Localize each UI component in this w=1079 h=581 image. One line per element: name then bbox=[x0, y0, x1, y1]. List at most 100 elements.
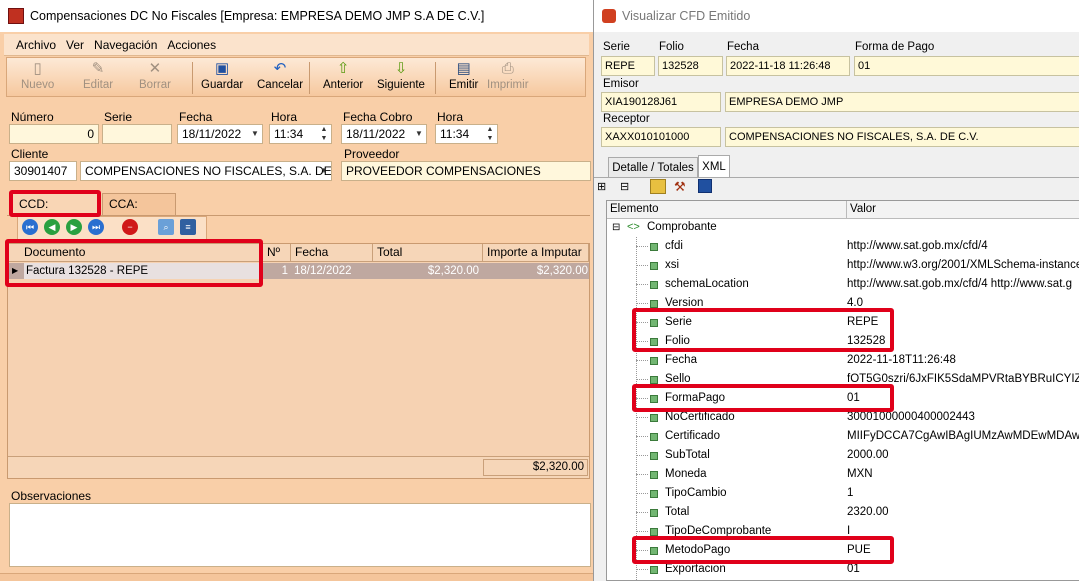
emitir-button[interactable]: ▤ Emitir bbox=[449, 60, 478, 92]
tree-node-attribute[interactable]: Fecha 2022-11-18T11:26:48 bbox=[607, 351, 1079, 370]
attribute-icon bbox=[650, 433, 658, 441]
menu-acciones[interactable]: Acciones bbox=[167, 38, 216, 52]
edit-icon: ✎ bbox=[91, 60, 105, 77]
fecha-field[interactable]: 2022-11-18 11:26:48 bbox=[726, 56, 850, 76]
chevron-down-icon[interactable]: ▼ bbox=[317, 162, 331, 180]
chevron-down-icon[interactable]: ▼ bbox=[412, 125, 426, 143]
first-record-icon[interactable]: ⏮ bbox=[22, 219, 38, 235]
menu-ver[interactable]: Ver bbox=[66, 38, 84, 52]
proveedor-label: Proveedor bbox=[344, 147, 400, 161]
row-total: $2,320.00 bbox=[427, 265, 479, 277]
attribute-name: Fecha bbox=[665, 354, 697, 366]
attribute-name: TipoCambio bbox=[665, 487, 727, 499]
guardar-button[interactable]: ▣ Guardar bbox=[201, 60, 243, 92]
arrow-up-icon: ⇧ bbox=[336, 60, 350, 77]
grid-header-total[interactable]: Total bbox=[373, 244, 483, 262]
tab-detalle-totales[interactable]: Detalle / Totales bbox=[608, 157, 698, 177]
folio-field[interactable]: 132528 bbox=[658, 56, 723, 76]
cliente-codigo-field[interactable]: 30901407 bbox=[9, 161, 77, 181]
fecha-label: Fecha bbox=[727, 41, 759, 53]
tree-node-attribute[interactable]: Total 2320.00 bbox=[607, 503, 1079, 522]
serie-field[interactable]: REPE bbox=[601, 56, 655, 76]
tree-node-attribute[interactable]: schemaLocation http://www.sat.gob.mx/cfd/… bbox=[607, 275, 1079, 294]
cliente-nombre-select[interactable]: COMPENSACIONES NO FISCALES, S.A. DE C. ▼ bbox=[80, 161, 332, 181]
attribute-value: 2000.00 bbox=[847, 449, 889, 461]
observaciones-textarea[interactable] bbox=[9, 503, 591, 567]
last-record-icon[interactable]: ⏭ bbox=[88, 219, 104, 235]
attribute-name: SubTotal bbox=[665, 449, 710, 461]
tree-node-attribute[interactable]: cfdi http://www.sat.gob.mx/cfd/4 bbox=[607, 237, 1079, 256]
tree-node-attribute[interactable]: SubTotal 2000.00 bbox=[607, 446, 1079, 465]
tree-node-attribute[interactable]: xsi http://www.w3.org/2001/XMLSchema-inst… bbox=[607, 256, 1079, 275]
window-title: Compensaciones DC No Fiscales [Empresa: … bbox=[30, 9, 485, 23]
attribute-icon bbox=[650, 490, 658, 498]
tree-node-comprobante[interactable]: ⊟ <> Comprobante bbox=[607, 218, 1079, 237]
arrow-down-icon: ⇩ bbox=[394, 60, 408, 77]
forma-pago-field[interactable]: 01 bbox=[854, 56, 1079, 76]
tools-icon[interactable]: ⚒ bbox=[674, 179, 686, 195]
spinner-icon[interactable]: ▲ ▼ bbox=[317, 125, 331, 143]
siguiente-button[interactable]: ⇩ Siguiente bbox=[377, 60, 425, 92]
attribute-name: Total bbox=[665, 506, 690, 518]
anterior-button[interactable]: ⇧ Anterior bbox=[323, 60, 363, 92]
element-icon: <> bbox=[627, 221, 640, 233]
emisor-rfc-field[interactable]: XIA190128J61 bbox=[601, 92, 721, 112]
highlight-formapago bbox=[632, 384, 894, 412]
tab-xml[interactable]: XML bbox=[698, 155, 730, 177]
search-document-icon[interactable]: ⌕ bbox=[158, 219, 174, 235]
grid-header-importe[interactable]: Importe a Imputar bbox=[483, 244, 589, 262]
next-record-icon[interactable]: ▶ bbox=[66, 219, 82, 235]
serie-field[interactable] bbox=[102, 124, 172, 144]
grid-header-fecha[interactable]: Fecha bbox=[291, 244, 373, 262]
serie-label: Serie bbox=[104, 110, 133, 124]
tree-node-attribute[interactable]: TipoCambio 1 bbox=[607, 484, 1079, 503]
imprimir-button[interactable]: ⎙ Imprimir bbox=[487, 60, 529, 92]
expand-all-icon[interactable]: ⊞ bbox=[597, 180, 606, 193]
grid-footer: $2,320.00 bbox=[8, 456, 589, 478]
tree-header-valor[interactable]: Valor bbox=[847, 201, 1079, 219]
collapse-all-icon[interactable]: ⊟ bbox=[620, 180, 629, 193]
fecha-label: Fecha bbox=[179, 110, 213, 124]
attribute-icon bbox=[650, 300, 658, 308]
tree-node-attribute[interactable]: Certificado MIIFyDCCA7CgAwIBAgIUMzAwMDEwM… bbox=[607, 427, 1079, 446]
hora-cobro-spinner[interactable]: 11:34 ▲ ▼ bbox=[435, 124, 498, 144]
save-icon[interactable] bbox=[698, 179, 712, 193]
remove-record-icon[interactable]: − bbox=[122, 219, 138, 235]
attribute-icon bbox=[650, 243, 658, 251]
tab-cca-creditos[interactable]: CCA: Créditos bbox=[102, 193, 176, 231]
app-icon bbox=[8, 8, 24, 24]
attribute-name: Certificado bbox=[665, 430, 720, 442]
grid-header-num[interactable]: Nº bbox=[263, 244, 291, 262]
menu-archivo[interactable]: Archivo bbox=[16, 38, 56, 52]
numero-field[interactable]: 0 bbox=[9, 124, 99, 144]
borrar-button[interactable]: ✕ Borrar bbox=[139, 60, 171, 92]
cancelar-button[interactable]: ↶ Cancelar bbox=[257, 60, 303, 92]
compensaciones-window: Compensaciones DC No Fiscales [Empresa: … bbox=[0, 0, 593, 581]
collapse-icon[interactable]: ⊟ bbox=[612, 218, 620, 237]
attribute-value: MIIFyDCCA7CgAwIBAgIUMzAwMDEwMDAwMDA bbox=[847, 430, 1079, 442]
view-detail-icon[interactable]: ≡ bbox=[180, 219, 196, 235]
receptor-nombre-field[interactable]: COMPENSACIONES NO FISCALES, S.A. DE C.V. bbox=[725, 127, 1079, 147]
cfd-titlebar: Visualizar CFD Emitido bbox=[594, 0, 1079, 32]
emisor-nombre-field[interactable]: EMPRESA DEMO JMP bbox=[725, 92, 1079, 112]
proveedor-field[interactable]: PROVEEDOR COMPENSACIONES bbox=[341, 161, 591, 181]
observaciones-label: Observaciones bbox=[11, 489, 92, 503]
attribute-icon bbox=[650, 528, 658, 536]
receptor-rfc-field[interactable]: XAXX010101000 bbox=[601, 127, 721, 147]
tree-header-elemento[interactable]: Elemento bbox=[607, 201, 847, 219]
open-folder-icon[interactable] bbox=[650, 179, 666, 194]
previous-record-icon[interactable]: ◀ bbox=[44, 219, 60, 235]
chevron-down-icon[interactable]: ▼ bbox=[248, 125, 262, 143]
serie-label: Serie bbox=[603, 41, 630, 53]
spinner-icon[interactable]: ▲ ▼ bbox=[483, 125, 497, 143]
fecha-cobro-picker[interactable]: 18/11/2022 ▼ bbox=[341, 124, 427, 144]
menu-navegacion[interactable]: Navegación bbox=[94, 38, 157, 52]
attribute-value: http://www.w3.org/2001/XMLSchema-instanc… bbox=[847, 259, 1079, 271]
document-icon: ▤ bbox=[456, 60, 471, 77]
nuevo-button[interactable]: ▯ Nuevo bbox=[21, 60, 54, 92]
tree-node-attribute[interactable]: Moneda MXN bbox=[607, 465, 1079, 484]
editar-button[interactable]: ✎ Editar bbox=[83, 60, 113, 92]
fecha-picker[interactable]: 18/11/2022 ▼ bbox=[177, 124, 263, 144]
hora-label: Hora bbox=[271, 110, 298, 124]
hora-spinner[interactable]: 11:34 ▲ ▼ bbox=[269, 124, 332, 144]
